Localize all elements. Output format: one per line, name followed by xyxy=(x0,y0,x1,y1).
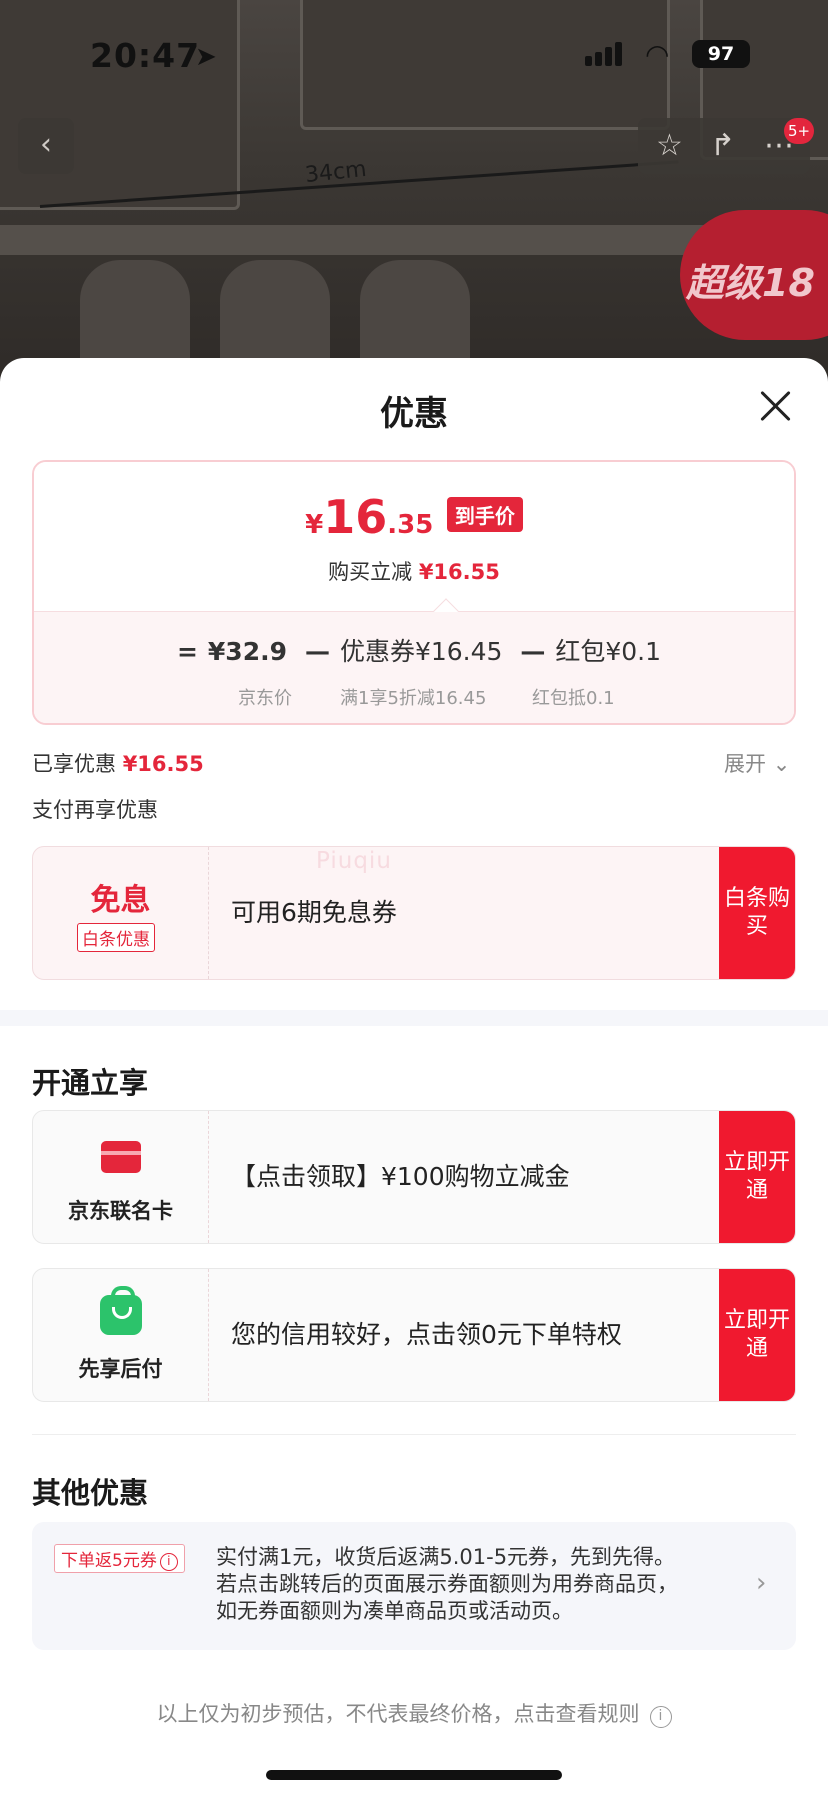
price-formula: = ¥32.9 — 优惠券¥16.45 — 红包¥0.1 xyxy=(176,637,662,666)
promo-badge: 超级18 xyxy=(680,210,828,340)
estimate-disclaimer[interactable]: 以上仅为初步预估，不代表最终价格，点击查看规则 i xyxy=(0,1698,828,1728)
coupon-amount: 优惠券¥16.45 xyxy=(339,637,503,666)
shopping-bag-icon xyxy=(100,1286,142,1335)
status-bar: 20:47 ➤ ◠ 97 xyxy=(0,0,828,110)
return-coupon-offer[interactable]: 下单返5元券 i 实付满1元，收货后返满5.01-5元券，先到先得。 若点击跳转后… xyxy=(32,1522,796,1650)
status-time: 20:47 xyxy=(90,36,201,75)
info-icon[interactable]: i xyxy=(159,1553,178,1571)
pay-more-label: 支付再享优惠 xyxy=(32,798,158,822)
open-section-title: 开通立享 xyxy=(32,1066,149,1100)
final-price: ¥16.35 到手价 xyxy=(34,490,794,544)
close-icon[interactable] xyxy=(757,388,793,424)
base-price: ¥32.9 xyxy=(207,637,287,666)
interest-free-label: 免息 xyxy=(90,883,151,918)
base-price-label: 京东价 xyxy=(238,688,292,709)
jd-card-badge: 京东联名卡 xyxy=(33,1111,209,1243)
chevron-down-icon: ⌄ xyxy=(772,752,791,776)
return-coupon-tag: 下单返5元券 i xyxy=(54,1544,185,1573)
expand-toggle[interactable]: 展开 ⌄ xyxy=(724,748,790,778)
section-divider xyxy=(0,1010,828,1026)
back-button[interactable]: ‹ xyxy=(18,118,74,174)
home-indicator xyxy=(266,1770,562,1780)
jd-card-open-button[interactable]: 立即开通 xyxy=(719,1111,795,1243)
baitiao-badge: 免息 白条优惠 xyxy=(33,847,209,979)
pay-later-badge: 先享后付 xyxy=(33,1269,209,1401)
battery-indicator: 97 xyxy=(692,40,750,68)
sheet-title: 优惠 xyxy=(380,394,448,434)
chevron-right-icon[interactable]: › xyxy=(756,1568,766,1598)
watermark: Piuqiu xyxy=(316,848,392,874)
jd-card-offer[interactable]: 京东联名卡 【点击领取】¥100购物立减金 立即开通 xyxy=(32,1110,796,1244)
divider xyxy=(32,1434,796,1435)
instant-save: 购买立减 ¥16.55 xyxy=(328,560,500,584)
price-breakdown: = ¥32.9 — 优惠券¥16.45 — 红包¥0.1 京东价 满1享5折减16.4… xyxy=(34,612,794,723)
price-card: ¥16.35 到手价 购买立减 ¥16.55 = ¥32.9 — 优惠券¥16.45… xyxy=(32,460,796,725)
info-icon[interactable]: i xyxy=(649,1706,672,1728)
pay-later-name: 先享后付 xyxy=(78,1357,163,1381)
credit-card-icon xyxy=(101,1141,141,1173)
pay-later-desc: 您的信用较好，点击领0元下单特权 xyxy=(231,1320,622,1349)
price-summary: ¥16.35 到手价 购买立减 ¥16.55 xyxy=(34,462,794,612)
jd-card-desc: 【点击领取】¥100购物立减金 xyxy=(231,1162,570,1191)
notification-badge: 5+ xyxy=(784,118,815,144)
baitiao-tag: 白条优惠 xyxy=(77,923,155,952)
redpack-label: 红包抵0.1 xyxy=(532,688,615,709)
discount-sheet: 优惠 ¥16.35 到手价 购买立减 ¥16.55 = ¥32.9 — 优惠券¥16… xyxy=(0,358,828,1795)
wifi-icon: ◠ xyxy=(645,38,670,71)
jd-card-name: 京东联名卡 xyxy=(68,1199,173,1223)
star-icon[interactable]: ☆ xyxy=(656,128,683,163)
location-arrow-icon: ➤ xyxy=(195,42,217,72)
chevron-left-icon: ‹ xyxy=(40,127,52,162)
pay-later-offer[interactable]: 先享后付 您的信用较好，点击领0元下单特权 立即开通 xyxy=(32,1268,796,1402)
return-coupon-desc: 实付满1元，收货后返满5.01-5元券，先到先得。 若点击跳转后的页面展示券面额… xyxy=(216,1545,678,1623)
redpack-amount: 红包¥0.1 xyxy=(555,637,662,666)
final-price-tag: 到手价 xyxy=(446,497,523,532)
share-icon[interactable]: ↱ xyxy=(710,128,735,163)
baitiao-offer[interactable]: 免息 白条优惠 可用6期免息券 白条购买 xyxy=(32,846,796,980)
baitiao-buy-button[interactable]: 白条购买 xyxy=(719,847,795,979)
coupon-label: 满1享5折减16.45 xyxy=(340,688,487,709)
enjoyed-discount: 已享优惠 ¥16.55 xyxy=(32,752,204,776)
other-section-title: 其他优惠 xyxy=(32,1476,149,1510)
pay-later-open-button[interactable]: 立即开通 xyxy=(719,1269,795,1401)
